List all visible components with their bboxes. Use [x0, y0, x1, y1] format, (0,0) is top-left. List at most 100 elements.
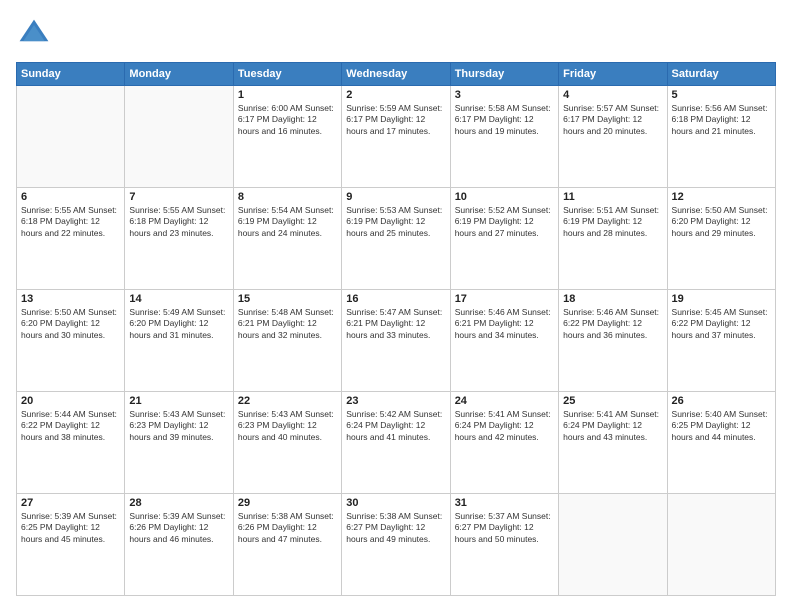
- day-info-2: Sunrise: 5:59 AM Sunset: 6:17 PM Dayligh…: [346, 103, 445, 137]
- day-info-25: Sunrise: 5:41 AM Sunset: 6:24 PM Dayligh…: [563, 409, 662, 443]
- day-info-15: Sunrise: 5:48 AM Sunset: 6:21 PM Dayligh…: [238, 307, 337, 341]
- day-cell-1: 1Sunrise: 6:00 AM Sunset: 6:17 PM Daylig…: [233, 86, 341, 188]
- day-cell-9: 9Sunrise: 5:53 AM Sunset: 6:19 PM Daylig…: [342, 188, 450, 290]
- day-info-20: Sunrise: 5:44 AM Sunset: 6:22 PM Dayligh…: [21, 409, 120, 443]
- day-cell-28: 28 Sunrise: 5:39 AM Sunset: 6:26 PM Dayli…: [125, 494, 233, 596]
- day-info-5: Sunrise: 5:56 AM Sunset: 6:18 PM Dayligh…: [672, 103, 771, 137]
- day-number-26: 26: [672, 395, 771, 407]
- day-number-8: 8: [238, 191, 337, 203]
- day-info-21: Sunrise: 5:43 AM Sunset: 6:23 PM Dayligh…: [129, 409, 228, 443]
- day-number-15: 15: [238, 293, 337, 305]
- week-row-4: 20Sunrise: 5:44 AM Sunset: 6:22 PM Dayli…: [17, 392, 776, 494]
- day-cell-22: 22 Sunrise: 5:43 AM Sunset: 6:23 PM Dayli…: [233, 392, 341, 494]
- day-info-6: Sunrise: 5:55 AM Sunset: 6:18 PM Dayligh…: [21, 205, 120, 239]
- day-info-24: Sunrise: 5:41 AM Sunset: 6:24 PM Dayligh…: [455, 409, 554, 443]
- empty-cell: [125, 86, 233, 188]
- day-number-27: 27: [21, 497, 120, 509]
- day-info-28: Sunrise: 5:39 AM Sunset: 6:26 PM Dayligh…: [129, 511, 228, 545]
- day-number-23: 23: [346, 395, 445, 407]
- weekday-header-monday: Monday: [125, 63, 233, 86]
- day-cell-3: 3 Sunrise: 5:58 AM Sunset: 6:17 PM Daylig…: [450, 86, 558, 188]
- day-number-16: 16: [346, 293, 445, 305]
- day-number-30: 30: [346, 497, 445, 509]
- day-info-22: Sunrise: 5:43 AM Sunset: 6:23 PM Dayligh…: [238, 409, 337, 443]
- day-cell-24: 24Sunrise: 5:41 AM Sunset: 6:24 PM Dayli…: [450, 392, 558, 494]
- day-info-30: Sunrise: 5:38 AM Sunset: 6:27 PM Dayligh…: [346, 511, 445, 545]
- day-number-25: 25: [563, 395, 662, 407]
- logo-icon: [16, 16, 52, 52]
- day-cell-14: 14Sunrise: 5:49 AM Sunset: 6:20 PM Dayli…: [125, 290, 233, 392]
- day-cell-15: 15 Sunrise: 5:48 AM Sunset: 6:21 PM Dayli…: [233, 290, 341, 392]
- weekday-header-tuesday: Tuesday: [233, 63, 341, 86]
- day-info-27: Sunrise: 5:39 AM Sunset: 6:25 PM Dayligh…: [21, 511, 120, 545]
- calendar-table: SundayMondayTuesdayWednesdayThursdayFrid…: [16, 62, 776, 596]
- day-info-7: Sunrise: 5:55 AM Sunset: 6:18 PM Dayligh…: [129, 205, 228, 239]
- weekday-header-friday: Friday: [559, 63, 667, 86]
- day-info-18: Sunrise: 5:46 AM Sunset: 6:22 PM Dayligh…: [563, 307, 662, 341]
- day-cell-19: 19 Sunrise: 5:45 AM Sunset: 6:22 PM Dayli…: [667, 290, 775, 392]
- weekday-header-row: SundayMondayTuesdayWednesdayThursdayFrid…: [17, 63, 776, 86]
- day-cell-27: 27 Sunrise: 5:39 AM Sunset: 6:25 PM Dayli…: [17, 494, 125, 596]
- day-info-11: Sunrise: 5:51 AM Sunset: 6:19 PM Dayligh…: [563, 205, 662, 239]
- day-cell-13: 13 Sunrise: 5:50 AM Sunset: 6:20 PM Dayli…: [17, 290, 125, 392]
- day-cell-20: 20Sunrise: 5:44 AM Sunset: 6:22 PM Dayli…: [17, 392, 125, 494]
- weekday-header-sunday: Sunday: [17, 63, 125, 86]
- day-info-3: Sunrise: 5:58 AM Sunset: 6:17 PM Dayligh…: [455, 103, 554, 137]
- day-cell-21: 21 Sunrise: 5:43 AM Sunset: 6:23 PM Dayli…: [125, 392, 233, 494]
- day-cell-11: 11 Sunrise: 5:51 AM Sunset: 6:19 PM Dayli…: [559, 188, 667, 290]
- day-number-31: 31: [455, 497, 554, 509]
- day-cell-23: 23 Sunrise: 5:42 AM Sunset: 6:24 PM Dayli…: [342, 392, 450, 494]
- day-number-5: 5: [672, 89, 771, 101]
- day-info-1: Sunrise: 6:00 AM Sunset: 6:17 PM Dayligh…: [238, 103, 337, 137]
- day-cell-25: 25 Sunrise: 5:41 AM Sunset: 6:24 PM Dayli…: [559, 392, 667, 494]
- day-info-29: Sunrise: 5:38 AM Sunset: 6:26 PM Dayligh…: [238, 511, 337, 545]
- empty-cell: [17, 86, 125, 188]
- day-number-4: 4: [563, 89, 662, 101]
- day-cell-8: 8 Sunrise: 5:54 AM Sunset: 6:19 PM Daylig…: [233, 188, 341, 290]
- day-cell-7: 7 Sunrise: 5:55 AM Sunset: 6:18 PM Daylig…: [125, 188, 233, 290]
- day-number-6: 6: [21, 191, 120, 203]
- day-cell-6: 6 Sunrise: 5:55 AM Sunset: 6:18 PM Daylig…: [17, 188, 125, 290]
- day-number-7: 7: [129, 191, 228, 203]
- day-cell-18: 18 Sunrise: 5:46 AM Sunset: 6:22 PM Dayli…: [559, 290, 667, 392]
- empty-cell: [559, 494, 667, 596]
- day-number-18: 18: [563, 293, 662, 305]
- week-row-1: 1Sunrise: 6:00 AM Sunset: 6:17 PM Daylig…: [17, 86, 776, 188]
- day-cell-2: 2 Sunrise: 5:59 AM Sunset: 6:17 PM Daylig…: [342, 86, 450, 188]
- day-info-16: Sunrise: 5:47 AM Sunset: 6:21 PM Dayligh…: [346, 307, 445, 341]
- day-info-9: Sunrise: 5:53 AM Sunset: 6:19 PM Dayligh…: [346, 205, 445, 239]
- day-info-13: Sunrise: 5:50 AM Sunset: 6:20 PM Dayligh…: [21, 307, 120, 341]
- week-row-5: 27 Sunrise: 5:39 AM Sunset: 6:25 PM Dayli…: [17, 494, 776, 596]
- day-number-22: 22: [238, 395, 337, 407]
- day-number-28: 28: [129, 497, 228, 509]
- day-number-3: 3: [455, 89, 554, 101]
- week-row-2: 6 Sunrise: 5:55 AM Sunset: 6:18 PM Daylig…: [17, 188, 776, 290]
- day-info-8: Sunrise: 5:54 AM Sunset: 6:19 PM Dayligh…: [238, 205, 337, 239]
- day-number-14: 14: [129, 293, 228, 305]
- day-cell-12: 12 Sunrise: 5:50 AM Sunset: 6:20 PM Dayli…: [667, 188, 775, 290]
- day-info-4: Sunrise: 5:57 AM Sunset: 6:17 PM Dayligh…: [563, 103, 662, 137]
- day-cell-17: 17 Sunrise: 5:46 AM Sunset: 6:21 PM Dayli…: [450, 290, 558, 392]
- day-number-12: 12: [672, 191, 771, 203]
- day-number-13: 13: [21, 293, 120, 305]
- day-cell-29: 29 Sunrise: 5:38 AM Sunset: 6:26 PM Dayli…: [233, 494, 341, 596]
- day-number-29: 29: [238, 497, 337, 509]
- day-cell-16: 16 Sunrise: 5:47 AM Sunset: 6:21 PM Dayli…: [342, 290, 450, 392]
- day-info-23: Sunrise: 5:42 AM Sunset: 6:24 PM Dayligh…: [346, 409, 445, 443]
- day-info-17: Sunrise: 5:46 AM Sunset: 6:21 PM Dayligh…: [455, 307, 554, 341]
- day-info-12: Sunrise: 5:50 AM Sunset: 6:20 PM Dayligh…: [672, 205, 771, 239]
- day-number-21: 21: [129, 395, 228, 407]
- weekday-header-wednesday: Wednesday: [342, 63, 450, 86]
- empty-cell: [667, 494, 775, 596]
- day-number-11: 11: [563, 191, 662, 203]
- day-number-17: 17: [455, 293, 554, 305]
- day-number-10: 10: [455, 191, 554, 203]
- day-cell-5: 5 Sunrise: 5:56 AM Sunset: 6:18 PM Daylig…: [667, 86, 775, 188]
- day-cell-4: 4 Sunrise: 5:57 AM Sunset: 6:17 PM Daylig…: [559, 86, 667, 188]
- page: SundayMondayTuesdayWednesdayThursdayFrid…: [0, 0, 792, 612]
- day-info-19: Sunrise: 5:45 AM Sunset: 6:22 PM Dayligh…: [672, 307, 771, 341]
- day-number-2: 2: [346, 89, 445, 101]
- day-info-10: Sunrise: 5:52 AM Sunset: 6:19 PM Dayligh…: [455, 205, 554, 239]
- header: [16, 16, 776, 52]
- day-number-19: 19: [672, 293, 771, 305]
